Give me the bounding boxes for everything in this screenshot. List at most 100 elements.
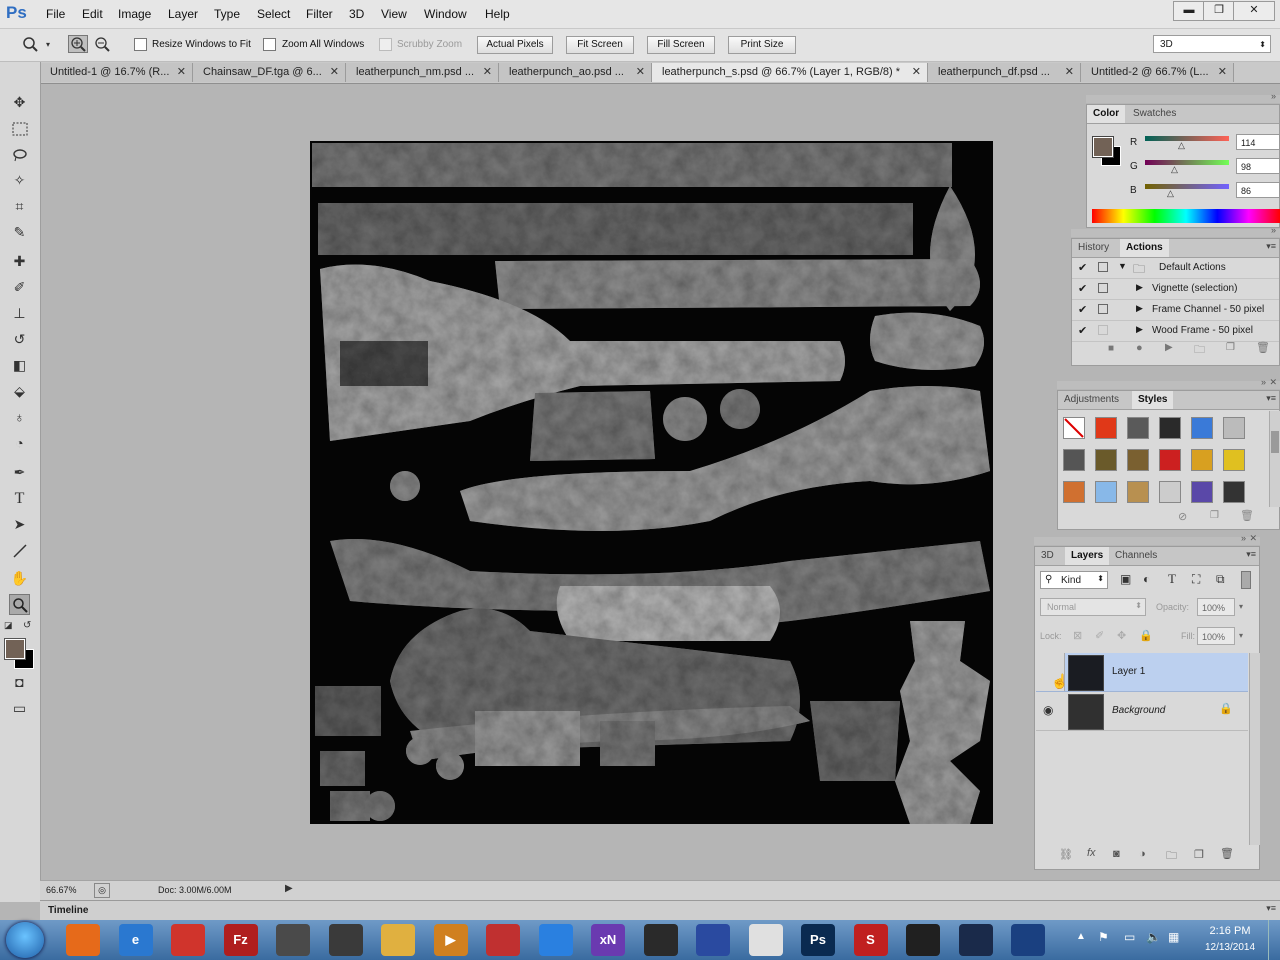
new-set-icon[interactable]: 🗀: [1194, 341, 1205, 360]
line-tool-icon[interactable]: [9, 540, 30, 561]
style-swatch[interactable]: [1159, 481, 1181, 503]
preset-dropdown-icon[interactable]: ▾: [46, 40, 50, 49]
hand-tool-icon[interactable]: ✋: [9, 568, 30, 589]
fill-screen-button[interactable]: Fill Screen: [647, 36, 715, 54]
taskbar-app-icon[interactable]: e: [118, 924, 153, 956]
color-fg-swatch[interactable]: [1093, 137, 1113, 157]
panel-menu-icon[interactable]: ▾≡: [1266, 393, 1276, 404]
quick-mask-icon[interactable]: ◘: [9, 672, 30, 693]
tray-flag-icon[interactable]: ⚑: [1098, 930, 1109, 944]
timeline-menu-icon[interactable]: ▾≡: [1266, 903, 1276, 914]
panel-menu-icon[interactable]: ▾≡: [1246, 549, 1256, 560]
tab-chainsaw-df[interactable]: Chainsaw_DF.tga @ 6... ✕: [193, 63, 346, 82]
menu-window[interactable]: Window: [424, 7, 467, 21]
style-swatch[interactable]: [1223, 481, 1245, 503]
tab-close-icon[interactable]: ✕: [636, 63, 645, 82]
menu-view[interactable]: View: [381, 7, 407, 21]
marquee-tool-icon[interactable]: [9, 118, 30, 139]
workspace-select[interactable]: 3D ⬍: [1153, 35, 1271, 53]
collapse-icon[interactable]: »: [1271, 225, 1276, 235]
dialog-toggle-icon[interactable]: [1098, 304, 1108, 314]
scrubby-zoom-checkbox[interactable]: [379, 38, 392, 51]
tab-actions[interactable]: Actions: [1120, 239, 1169, 257]
b-slider[interactable]: [1145, 184, 1229, 189]
adjustment-layer-icon[interactable]: ◑: [1139, 848, 1146, 860]
fill-input[interactable]: 100%: [1197, 627, 1235, 645]
type-tool-icon[interactable]: T: [9, 488, 30, 509]
document-canvas[interactable]: [310, 141, 993, 824]
healing-brush-tool-icon[interactable]: ✚: [9, 251, 30, 272]
new-group-icon[interactable]: 🗀: [1166, 847, 1177, 866]
tab-color[interactable]: Color: [1087, 105, 1126, 123]
collapse-icon[interactable]: »: [1271, 91, 1276, 101]
layer-name[interactable]: Layer 1: [1112, 666, 1145, 677]
color-panel-grip[interactable]: »: [1086, 91, 1280, 103]
panel-menu-icon[interactable]: ▾≡: [1266, 241, 1276, 252]
tab-swatches[interactable]: Swatches: [1127, 105, 1182, 123]
close-button[interactable]: ✕: [1233, 1, 1275, 21]
tab-untitled-2[interactable]: Untitled-2 @ 66.7% (L... ✕: [1081, 63, 1234, 82]
add-mask-icon[interactable]: ◙: [1113, 848, 1120, 860]
filter-type-icon[interactable]: T: [1168, 571, 1176, 587]
tray-time[interactable]: 2:16 PM: [1207, 925, 1253, 937]
default-colors-icon[interactable]: ◪: [4, 620, 13, 631]
collapse-icon[interactable]: »: [1241, 533, 1246, 543]
action-row[interactable]: ✔ ▶ Wood Frame - 50 pixel: [1072, 321, 1279, 342]
print-size-button[interactable]: Print Size: [728, 36, 796, 54]
style-swatch[interactable]: [1191, 449, 1213, 471]
zoom-in-icon[interactable]: [68, 35, 88, 53]
zoom-tool-preset-icon[interactable]: [22, 36, 40, 52]
tab-leatherpunch-df[interactable]: leatherpunch_df.psd ... ✕: [928, 63, 1081, 82]
menu-filter[interactable]: Filter: [306, 7, 333, 21]
style-swatch[interactable]: [1127, 481, 1149, 503]
style-swatch[interactable]: [1191, 481, 1213, 503]
path-selection-tool-icon[interactable]: ➤: [9, 514, 30, 535]
filter-toggle-switch[interactable]: [1241, 571, 1251, 589]
layer-row-background[interactable]: ◉ Background 🔒: [1036, 692, 1248, 731]
tray-display-icon[interactable]: ▭: [1124, 930, 1135, 944]
tab-history[interactable]: History: [1072, 239, 1115, 257]
taskbar-app-icon[interactable]: [748, 924, 783, 956]
tray-volume-icon[interactable]: 🔈: [1146, 930, 1161, 944]
filter-kind-select[interactable]: ⚲ Kind ⬍: [1040, 571, 1108, 589]
expand-right-icon[interactable]: ▶: [1136, 282, 1143, 293]
action-row[interactable]: ✔ ▶ Vignette (selection): [1072, 279, 1279, 300]
eraser-tool-icon[interactable]: ◧: [9, 355, 30, 376]
style-swatch[interactable]: [1063, 481, 1085, 503]
scrollbar-thumb[interactable]: [1271, 431, 1279, 453]
stop-icon[interactable]: ■: [1108, 343, 1114, 354]
taskbar-app-icon[interactable]: ▶: [433, 924, 468, 956]
expand-down-icon[interactable]: ▼: [1118, 261, 1127, 271]
zoom-tool-icon[interactable]: [9, 594, 30, 615]
start-button[interactable]: [6, 922, 44, 958]
show-desktop-button[interactable]: [1268, 920, 1280, 960]
tab-layers[interactable]: Layers: [1065, 547, 1110, 565]
pen-tool-icon[interactable]: ✒: [9, 462, 30, 483]
zoom-all-windows-checkbox[interactable]: [263, 38, 276, 51]
taskbar-app-icon[interactable]: Fz: [223, 924, 258, 956]
style-swatch[interactable]: [1127, 449, 1149, 471]
foreground-color-swatch[interactable]: [5, 639, 25, 659]
layer-thumbnail[interactable]: [1068, 694, 1104, 730]
taskbar-app-icon[interactable]: Ps: [801, 924, 835, 956]
dialog-toggle-icon[interactable]: [1098, 325, 1108, 335]
layers-panel-grip[interactable]: » ✕: [1034, 533, 1260, 545]
new-layer-icon[interactable]: ❐: [1194, 848, 1204, 861]
menu-file[interactable]: File: [46, 7, 65, 21]
taskbar-app-icon[interactable]: S: [853, 924, 888, 956]
clear-style-icon[interactable]: ⊘: [1178, 510, 1187, 523]
taskbar-app-icon[interactable]: [538, 924, 573, 956]
menu-help[interactable]: Help: [485, 7, 510, 21]
action-row[interactable]: ✔ ▶ Frame Channel - 50 pixel: [1072, 300, 1279, 321]
taskbar-app-icon[interactable]: [1011, 924, 1045, 956]
style-swatch[interactable]: [1095, 481, 1117, 503]
menu-layer[interactable]: Layer: [168, 7, 198, 21]
r-value-input[interactable]: 114: [1236, 134, 1280, 150]
tab-leatherpunch-s[interactable]: leatherpunch_s.psd @ 66.7% (Layer 1, RGB…: [652, 63, 928, 82]
clone-stamp-tool-icon[interactable]: ⊥: [9, 303, 30, 324]
style-swatch[interactable]: [1223, 417, 1245, 439]
expand-right-icon[interactable]: ▶: [1136, 324, 1143, 335]
styles-scrollbar[interactable]: [1269, 411, 1280, 507]
style-swatch[interactable]: [1127, 417, 1149, 439]
taskbar-app-icon[interactable]: [906, 924, 940, 956]
